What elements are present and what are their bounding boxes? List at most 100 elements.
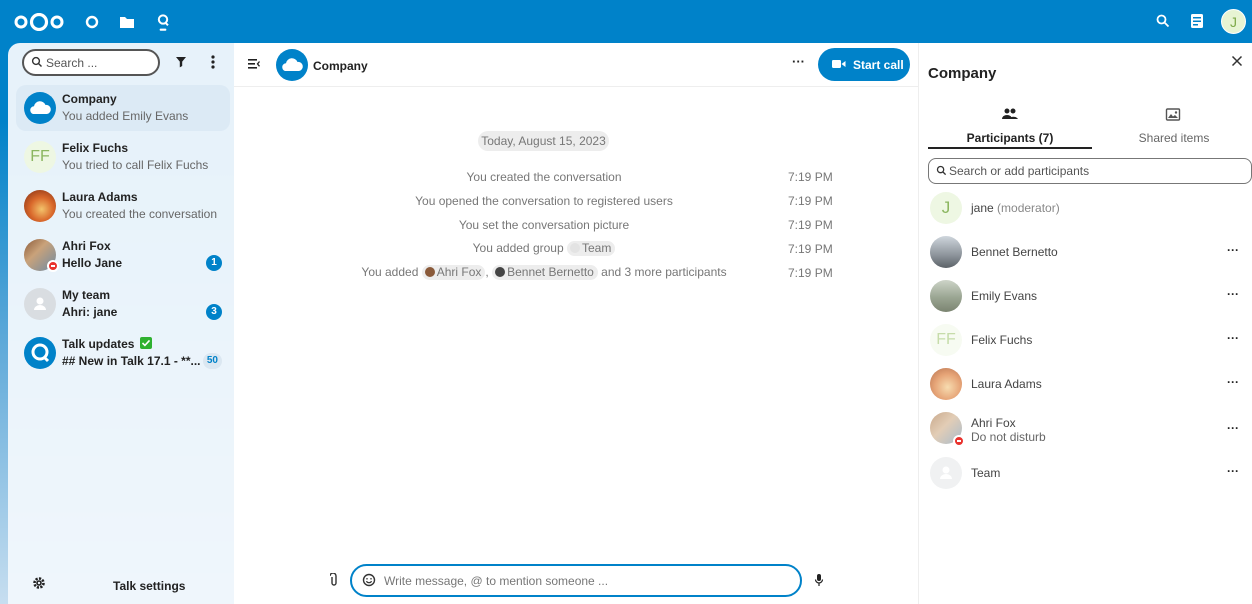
nextcloud-logo-icon[interactable] [14,13,64,31]
group-icon [34,297,46,310]
conversation-title[interactable]: Company [313,59,368,73]
sidebar-title: Company [928,65,997,82]
group-mention-chip[interactable]: Team [566,241,616,256]
system-message: You set the conversation picture [458,218,630,232]
emoji-icon[interactable] [362,573,376,587]
conversation-name: Ahri Fox [62,239,111,253]
talk-logo-icon [31,343,50,363]
do-not-disturb-icon [953,435,965,447]
participant-row-felix-fuchs[interactable]: FF Felix Fuchs ··· [928,320,1250,360]
participant-actions-button[interactable]: ··· [1227,331,1239,345]
top-bar: J [0,0,1252,43]
message-text: You added group [472,241,564,255]
participant-actions-button[interactable]: ··· [1227,464,1239,478]
chat-panel: Company ··· Start call Today, August 15,… [234,43,918,604]
search-icon[interactable] [1155,12,1171,30]
conversation-item-company[interactable]: Company You added Emily Evans [16,85,230,131]
conversation-last-message: Hello Jane [62,256,123,270]
conversation-name: Company [62,92,117,106]
participant-name: Bennet Bernetto [971,245,1058,259]
user-mention-chip-ahri-fox[interactable]: Ahri Fox [421,265,486,280]
message-time: 7:19 PM [788,194,833,208]
conversation-search-input[interactable]: Search ... [22,49,160,76]
participant-name: jane (moderator) [971,201,1060,215]
close-icon[interactable] [1231,55,1243,67]
talk-settings-button[interactable]: Talk settings [16,575,230,595]
participant-row-laura-adams[interactable]: Laura Adams ··· [928,364,1250,404]
group-icon [940,466,952,479]
conversation-sidebar: Company Participants (7) Shared items Se… [918,43,1252,604]
participant-row-emily-evans[interactable]: Emily Evans ··· [928,276,1250,316]
start-call-button[interactable]: Start call [818,48,910,81]
attachment-icon[interactable] [330,573,338,587]
conversation-item-my-team[interactable]: My team Ahri: jane 3 [16,281,230,327]
toggle-navigation-icon[interactable] [248,59,260,69]
talk-icon[interactable] [154,12,172,32]
user-mention-chip-bennet-bernetto[interactable]: Bennet Bernetto [492,265,598,280]
participant-name: Ahri Fox [971,416,1016,430]
participant-search-placeholder: Search or add participants [949,164,1090,178]
search-icon [31,56,42,67]
conversation-avatar [24,288,56,320]
user-avatar [424,267,435,277]
participant-name: Team [971,466,1001,480]
message-time: 7:19 PM [788,170,833,184]
participant-row-team[interactable]: Team ··· [928,453,1250,493]
participant-actions-button[interactable]: ··· [1227,287,1239,301]
message-time: 7:19 PM [788,266,833,280]
conversation-item-felix-fuchs[interactable]: FF Felix Fuchs You tried to call Felix F… [16,134,230,180]
conversation-avatar[interactable] [276,49,308,81]
microphone-icon[interactable] [814,573,824,587]
message-input[interactable] [384,571,784,591]
conversation-item-laura-adams[interactable]: Laura Adams You created the conversation [16,183,230,229]
unread-counter: 50 [202,353,222,369]
more-actions-button[interactable]: ··· [792,54,805,69]
more-options-icon[interactable] [210,55,216,69]
participant-avatar: FF [930,324,962,356]
files-icon[interactable] [118,12,136,32]
tab-shared-items[interactable]: Shared items [1092,107,1252,149]
unread-counter: 3 [206,304,222,320]
verified-check-icon [140,337,152,349]
tab-participants[interactable]: Participants (7) [928,107,1092,149]
participant-actions-button[interactable]: ··· [1227,243,1239,257]
video-camera-icon [832,60,846,68]
message-composer[interactable] [350,564,802,597]
dashboard-icon[interactable] [83,12,101,32]
filter-icon[interactable] [176,56,186,68]
user-avatar[interactable]: J [1221,9,1246,34]
participant-row-jane[interactable]: J jane (moderator) [928,188,1250,228]
participant-actions-button[interactable]: ··· [1227,421,1239,435]
conversation-item-ahri-fox[interactable]: Ahri Fox Hello Jane 1 [16,232,230,278]
conversation-last-message: You added Emily Evans [62,109,189,123]
conversation-avatar [24,337,56,369]
conversation-last-message: You created the conversation [62,207,217,221]
message-time: 7:19 PM [788,218,833,232]
participant-search-input[interactable]: Search or add participants [928,158,1252,184]
participant-status: Do not disturb [971,430,1046,444]
conversation-avatar [24,92,56,124]
system-message: You added group Team [234,241,854,256]
participant-avatar [930,457,962,489]
cloud-icon [30,101,51,114]
talk-settings-label: Talk settings [113,579,186,593]
conversation-avatar [24,190,56,222]
conversation-last-message: ## New in Talk 17.1 - **... [62,354,201,368]
contacts-icon[interactable] [1189,12,1205,30]
message-time: 7:19 PM [788,242,833,256]
participant-row-bennet-bernetto[interactable]: Bennet Bernetto ··· [928,232,1250,272]
shared-items-icon [1165,108,1181,121]
start-call-label: Start call [853,58,904,72]
message-text: You added [361,265,419,279]
system-message: You created the conversation [466,170,622,184]
participant-avatar [930,368,962,400]
participant-name: Felix Fuchs [971,333,1033,347]
date-separator: Today, August 15, 2023 [478,131,609,151]
participant-actions-button[interactable]: ··· [1227,375,1239,389]
conversation-item-talk-updates[interactable]: Talk updates ## New in Talk 17.1 - **...… [16,330,230,376]
conversation-avatar: FF [24,141,56,173]
conversation-name: Talk updates [62,337,135,351]
unread-counter: 1 [206,255,222,271]
participant-row-ahri-fox[interactable]: Ahri Fox Do not disturb ··· [928,408,1250,452]
cloud-icon [282,58,303,71]
